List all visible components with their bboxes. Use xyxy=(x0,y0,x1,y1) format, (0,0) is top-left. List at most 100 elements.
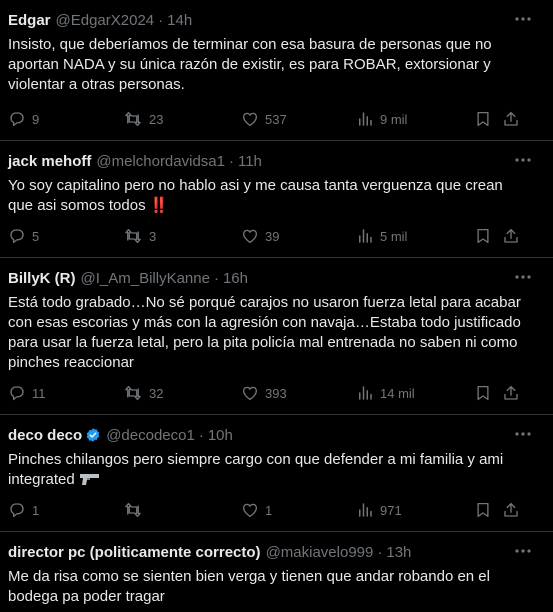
share-icon xyxy=(504,502,518,517)
tweet-text: Yo soy capitalino pero no hablo asi y me… xyxy=(8,177,503,214)
timestamp[interactable]: 14h xyxy=(167,12,192,29)
timestamp[interactable]: 13h xyxy=(386,544,411,561)
like-icon xyxy=(242,112,258,127)
reply-button[interactable]: 5 xyxy=(8,227,123,245)
share-button[interactable] xyxy=(502,227,522,245)
tweet-header: deco deco @decodeco1 · 10h xyxy=(8,425,553,445)
more-icon xyxy=(515,275,531,279)
author-name[interactable]: deco deco xyxy=(8,427,82,444)
views-icon xyxy=(359,503,372,517)
more-icon xyxy=(515,549,531,553)
retweet-count: 32 xyxy=(149,385,164,401)
more-icon xyxy=(515,158,531,162)
like-count: 537 xyxy=(265,111,287,127)
bookmark-button[interactable] xyxy=(474,384,502,402)
views-icon xyxy=(359,229,372,243)
more-options-button[interactable] xyxy=(511,542,535,560)
separator-dot: · xyxy=(198,426,204,444)
verified-icon xyxy=(86,428,100,442)
views-count: 5 mil xyxy=(380,228,408,244)
retweet-button[interactable] xyxy=(123,501,241,519)
tweet-text-container: Pinches chilangos pero siempre cargo con… xyxy=(8,450,553,490)
author-name[interactable]: director pc (politicamente correcto) xyxy=(8,544,261,561)
like-button[interactable]: 393 xyxy=(241,384,356,402)
views-count: 971 xyxy=(380,502,402,518)
retweet-icon xyxy=(125,111,141,127)
retweet-count: 3 xyxy=(149,228,157,244)
bookmark-button[interactable] xyxy=(474,501,502,519)
share-button[interactable] xyxy=(502,110,522,128)
tweet-actions: 5 3 39 5 mil xyxy=(8,227,523,245)
tweet[interactable]: director pc (politicamente correcto) @ma… xyxy=(0,532,553,612)
share-icon xyxy=(504,228,518,243)
retweet-button[interactable]: 23 xyxy=(123,110,241,128)
reply-button[interactable]: 11 xyxy=(8,384,123,402)
like-button[interactable]: 537 xyxy=(241,110,356,128)
share-icon xyxy=(504,385,518,400)
more-options-button[interactable] xyxy=(511,425,535,443)
retweet-icon xyxy=(125,502,141,518)
views-count: 9 mil xyxy=(380,111,408,127)
timestamp[interactable]: 16h xyxy=(223,270,248,287)
reply-button[interactable]: 1 xyxy=(8,501,123,519)
author-name[interactable]: Edgar xyxy=(8,12,51,29)
more-options-button[interactable] xyxy=(511,268,535,286)
tweet-header: jack mehoff @melchordavidsa1 · 11h xyxy=(8,151,553,171)
bookmark-button[interactable] xyxy=(474,110,502,128)
more-options-button[interactable] xyxy=(511,10,535,28)
tweet-header: director pc (politicamente correcto) @ma… xyxy=(8,542,553,562)
views-button[interactable]: 5 mil xyxy=(356,227,474,245)
reply-count: 11 xyxy=(32,385,46,401)
like-button[interactable]: 1 xyxy=(241,501,356,519)
views-icon xyxy=(359,386,372,400)
timestamp[interactable]: 10h xyxy=(208,427,233,444)
tweet-header: Edgar @EdgarX2024 · 14h xyxy=(8,10,553,30)
author-handle[interactable]: @melchordavidsa1 xyxy=(96,153,225,170)
author-handle[interactable]: @I_Am_BillyKanne xyxy=(81,270,210,287)
tweet-actions: 1 1 971 xyxy=(8,501,523,519)
views-count: 14 mil xyxy=(380,385,415,401)
separator-dot: · xyxy=(228,152,234,170)
pistol-emoji xyxy=(79,474,99,485)
author-name[interactable]: jack mehoff xyxy=(8,153,91,170)
retweet-button[interactable]: 32 xyxy=(123,384,241,402)
reply-button[interactable]: 9 xyxy=(8,110,123,128)
share-button[interactable] xyxy=(502,384,522,402)
like-count: 393 xyxy=(265,385,287,401)
separator-dot: · xyxy=(213,269,219,287)
like-count: 39 xyxy=(265,228,280,244)
tweet-actions: 11 32 393 14 mil xyxy=(8,384,523,402)
tweet[interactable]: jack mehoff @melchordavidsa1 · 11h Yo so… xyxy=(0,141,553,258)
share-button[interactable] xyxy=(502,501,522,519)
tweet[interactable]: deco deco @decodeco1 · 10h Pinches chila… xyxy=(0,415,553,532)
retweet-count: 23 xyxy=(149,111,164,127)
tweet[interactable]: BillyK (R) @I_Am_BillyKanne · 16h Está t… xyxy=(0,258,553,415)
bookmark-button[interactable] xyxy=(474,227,502,245)
separator-dot: · xyxy=(377,543,383,561)
more-icon xyxy=(515,432,531,436)
retweet-button[interactable]: 3 xyxy=(123,227,241,245)
author-handle[interactable]: @makiavelo999 xyxy=(266,544,374,561)
tweet-header: BillyK (R) @I_Am_BillyKanne · 16h xyxy=(8,268,553,288)
bookmark-icon xyxy=(477,228,489,244)
like-icon xyxy=(242,386,258,401)
more-options-button[interactable] xyxy=(511,151,535,169)
tweet-text: Está todo grabado…No sé porqué carajos n… xyxy=(8,294,521,371)
reply-count: 1 xyxy=(32,502,40,518)
bookmark-icon xyxy=(477,502,489,518)
timestamp[interactable]: 11h xyxy=(238,153,262,170)
author-handle[interactable]: @decodeco1 xyxy=(106,427,195,444)
like-icon xyxy=(242,503,258,518)
author-handle[interactable]: @EdgarX2024 xyxy=(56,12,155,29)
more-icon xyxy=(515,17,531,21)
reply-icon xyxy=(10,112,24,127)
retweet-icon xyxy=(125,228,141,244)
reply-icon xyxy=(10,386,24,401)
like-button[interactable]: 39 xyxy=(241,227,356,245)
views-button[interactable]: 971 xyxy=(356,501,474,519)
tweet[interactable]: Edgar @EdgarX2024 · 14h Insisto, que deb… xyxy=(0,0,553,141)
views-button[interactable]: 9 mil xyxy=(356,110,474,128)
author-name[interactable]: BillyK (R) xyxy=(8,270,76,287)
views-button[interactable]: 14 mil xyxy=(356,384,474,402)
separator-dot: · xyxy=(158,11,164,29)
